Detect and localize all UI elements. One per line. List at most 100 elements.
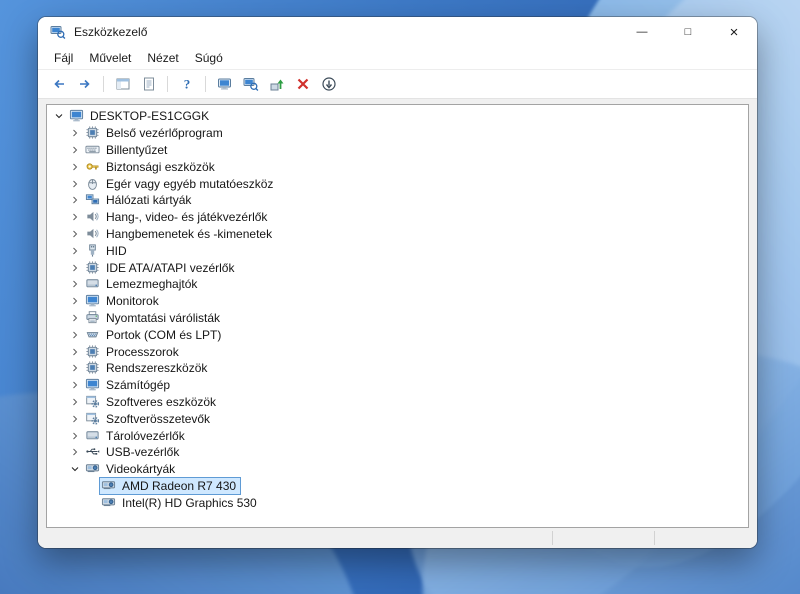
tree-item[interactable]: Rendszereszközök — [47, 360, 748, 377]
tree-item[interactable]: HID — [47, 242, 748, 259]
uninstall-device-button[interactable] — [290, 72, 315, 96]
chevron-down-icon[interactable] — [67, 461, 83, 477]
usb-icon — [85, 444, 101, 460]
device-entry: IDE ATA/ATAPI vezérlők — [83, 259, 239, 277]
tree-item-label: Hangbemenetek és -kimenetek — [106, 226, 273, 241]
device-entry: Biztonsági eszközök — [83, 158, 220, 176]
chevron-right-icon[interactable] — [67, 159, 83, 175]
chevron-right-icon[interactable] — [67, 327, 83, 343]
tree-item-label: IDE ATA/ATAPI vezérlők — [106, 260, 235, 275]
menu-help[interactable]: Súgó — [187, 49, 231, 67]
chevron-right-icon[interactable] — [67, 209, 83, 225]
devices-by-type-button[interactable] — [212, 72, 237, 96]
scan-hardware-changes-button[interactable] — [238, 72, 263, 96]
tree-item[interactable]: IDE ATA/ATAPI vezérlők — [47, 259, 748, 276]
mouse-icon — [85, 176, 101, 192]
statusbar-separator — [654, 531, 655, 545]
tree-item[interactable]: DESKTOP-ES1CGGK — [47, 108, 748, 125]
tree-item[interactable]: Egér vagy egyéb mutatóeszköz — [47, 175, 748, 192]
show-console-tree-button[interactable] — [110, 72, 135, 96]
tree-item-label: Szoftveres eszközök — [106, 394, 217, 409]
device-entry: Billentyűzet — [83, 141, 172, 159]
chevron-right-icon[interactable] — [67, 226, 83, 242]
chevron-right-icon[interactable] — [67, 444, 83, 460]
chevron-right-icon[interactable] — [67, 276, 83, 292]
tree-item[interactable]: Processzorok — [47, 343, 748, 360]
properties-button[interactable] — [136, 72, 161, 96]
tree-item[interactable]: Számítógép — [47, 377, 748, 394]
menu-action[interactable]: Művelet — [81, 49, 139, 67]
chevron-right-icon[interactable] — [67, 192, 83, 208]
disable-icon — [321, 76, 337, 92]
tree-item-label: Portok (COM és LPT) — [106, 327, 222, 342]
device-entry: DESKTOP-ES1CGGK — [67, 107, 214, 125]
chevron-right-icon[interactable] — [67, 411, 83, 427]
tree-item[interactable]: AMD Radeon R7 430 — [47, 476, 748, 495]
chevron-down-icon[interactable] — [51, 108, 67, 124]
chevron-right-icon[interactable] — [67, 377, 83, 393]
tree-item-label: USB-vezérlők — [106, 445, 180, 460]
tree-item[interactable]: Nyomtatási várólisták — [47, 310, 748, 327]
tree-item[interactable]: Hálózati kártyák — [47, 192, 748, 209]
maximize-button[interactable]: □ — [665, 17, 711, 47]
update-driver-button[interactable] — [264, 72, 289, 96]
chevron-right-icon[interactable] — [67, 428, 83, 444]
computer-list-icon — [217, 76, 233, 92]
printer-icon — [85, 310, 101, 326]
device-entry: Hálózati kártyák — [83, 191, 196, 209]
chevron-right-icon[interactable] — [67, 176, 83, 192]
tree-item[interactable]: Hangbemenetek és -kimenetek — [47, 226, 748, 243]
firmware-icon — [85, 125, 101, 141]
chevron-right-icon[interactable] — [67, 293, 83, 309]
menu-view[interactable]: Nézet — [139, 49, 186, 67]
tree-item-label: Videokártyák — [106, 462, 176, 477]
console-window-icon — [115, 76, 131, 92]
toolbar-separator — [205, 76, 206, 92]
back-button[interactable] — [46, 72, 71, 96]
chevron-right-icon[interactable] — [67, 142, 83, 158]
close-button[interactable]: × — [711, 17, 757, 47]
chevron-right-icon[interactable] — [67, 125, 83, 141]
forward-button[interactable] — [72, 72, 97, 96]
tree-item[interactable]: Hang-, video- és játékvezérlők — [47, 209, 748, 226]
selected-device-entry: AMD Radeon R7 430 — [99, 476, 242, 495]
software-icon — [85, 411, 101, 427]
menu-file[interactable]: Fájl — [46, 49, 81, 67]
disk-icon — [85, 276, 101, 292]
cpu-icon — [85, 344, 101, 360]
tree-item[interactable]: Intel(R) HD Graphics 530 — [47, 494, 748, 511]
chevron-right-icon[interactable] — [67, 310, 83, 326]
chevron-right-icon[interactable] — [67, 344, 83, 360]
tree-item[interactable]: Lemezmeghajtók — [47, 276, 748, 293]
minimize-button[interactable]: — — [619, 17, 665, 47]
chevron-right-icon[interactable] — [67, 243, 83, 259]
tree-item[interactable]: Tárolóvezérlők — [47, 427, 748, 444]
chevron-right-icon[interactable] — [67, 260, 83, 276]
tree-item[interactable]: Belső vezérlőprogram — [47, 125, 748, 142]
device-tree: DESKTOP-ES1CGGK Belső vezérlőprogram Bille… — [46, 104, 749, 528]
keyboard-icon — [85, 142, 101, 158]
device-entry: Számítógép — [83, 376, 175, 394]
computer-icon — [69, 108, 85, 124]
tree-item[interactable]: Szoftveres eszközök — [47, 394, 748, 411]
tree-item-label: Hang-, video- és játékvezérlők — [106, 210, 268, 225]
chevron-right-icon[interactable] — [67, 360, 83, 376]
tree-item[interactable]: Portok (COM és LPT) — [47, 326, 748, 343]
tree-item[interactable]: Billentyűzet — [47, 142, 748, 159]
tree-item[interactable]: Biztonsági eszközök — [47, 158, 748, 175]
scan-computer-icon — [243, 76, 259, 92]
tree-item[interactable]: Videokártyák — [47, 461, 748, 478]
chevron-right-icon[interactable] — [67, 394, 83, 410]
help-button[interactable]: ? — [174, 72, 199, 96]
tree-item[interactable]: Szoftverösszetevők — [47, 410, 748, 427]
tree-item-label: AMD Radeon R7 430 — [122, 478, 237, 493]
device-entry: HID — [83, 242, 132, 260]
titlebar[interactable]: Eszközkezelő — □ × — [38, 17, 757, 47]
device-entry: Belső vezérlőprogram — [83, 124, 228, 142]
device-entry: Nyomtatási várólisták — [83, 309, 225, 327]
device-entry: Hangbemenetek és -kimenetek — [83, 225, 277, 243]
properties-icon — [141, 76, 157, 92]
tree-item[interactable]: USB-vezérlők — [47, 444, 748, 461]
tree-item[interactable]: Monitorok — [47, 293, 748, 310]
disable-device-button[interactable] — [316, 72, 341, 96]
